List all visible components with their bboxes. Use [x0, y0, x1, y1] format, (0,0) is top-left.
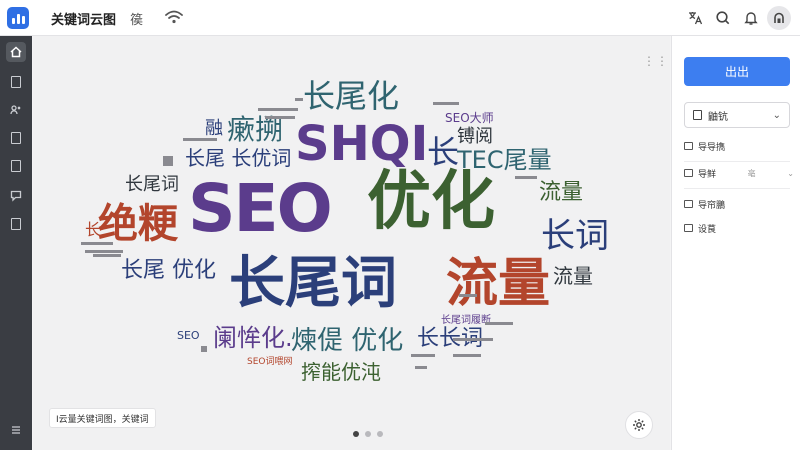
- comment-icon: [684, 142, 693, 150]
- wifi-icon[interactable]: [164, 8, 184, 26]
- bar-chart-icon[interactable]: [7, 7, 29, 29]
- wordcloud: SEO 优化 长尾词 流量 SHQI 长尾化 绝粳 长词 长尾 长优词 TEC尾…: [33, 36, 670, 450]
- panel-option[interactable]: 导帘鵬: [684, 195, 794, 213]
- page-dot[interactable]: [377, 431, 383, 437]
- chat-icon[interactable]: [6, 186, 26, 206]
- users-icon[interactable]: [6, 100, 26, 120]
- sidebar: [0, 36, 32, 450]
- user-icon: [774, 12, 784, 23]
- page-dot[interactable]: [365, 431, 371, 437]
- panel-option-label: 设茛: [698, 224, 717, 235]
- top-bar: 关键词云图 篌: [0, 0, 800, 36]
- page-title: 关键词云图: [51, 13, 117, 28]
- select-icon: [693, 110, 702, 120]
- caption-chip: I云量关键词图，关键词: [49, 408, 156, 428]
- bell-icon[interactable]: [742, 9, 760, 27]
- panel-option-value: 亳: [747, 168, 756, 178]
- more-options-icon[interactable]: ⋮⋮: [643, 54, 669, 68]
- filler-text-marks: [81, 98, 537, 369]
- translate-icon[interactable]: [686, 9, 704, 27]
- divider: [684, 188, 790, 189]
- chevron-down-icon: ⌄: [787, 168, 794, 178]
- settings-icon: [684, 224, 693, 232]
- wordcloud-canvas: SEO 优化 长尾词 流量 SHQI 长尾化 绝粳 长词 长尾 长优词 TEC尾…: [33, 36, 670, 450]
- title-extra-glyph: 篌: [130, 13, 144, 28]
- search-icon[interactable]: [714, 9, 732, 27]
- pagination-dots[interactable]: [353, 431, 383, 437]
- bookmark-icon[interactable]: [6, 72, 26, 92]
- comment-icon: [684, 200, 693, 208]
- book-icon[interactable]: [6, 214, 26, 234]
- panel-option[interactable]: 导鲜 亳 ⌄: [684, 164, 794, 182]
- page-dot[interactable]: [353, 431, 359, 437]
- home-icon[interactable]: [6, 42, 26, 62]
- menu-icon[interactable]: [6, 420, 26, 440]
- properties-panel: 出出 鼬钪 ⌄ 导导擕 导鲜 亳 ⌄ 导帘鵬 设茛: [671, 36, 800, 450]
- thumb-icon: [684, 169, 693, 177]
- panel-option[interactable]: 导导擕: [684, 137, 794, 155]
- chevron-down-icon: ⌄: [772, 109, 781, 121]
- mode-select[interactable]: 鼬钪 ⌄: [684, 102, 790, 128]
- divider: [684, 161, 790, 162]
- user-avatar[interactable]: [767, 6, 791, 30]
- export-button[interactable]: 出出: [684, 57, 790, 86]
- panel-option-label: 导鲜: [698, 169, 717, 180]
- document-icon[interactable]: [6, 156, 26, 176]
- select-value: 鼬钪: [708, 111, 728, 123]
- gear-icon[interactable]: [625, 411, 653, 439]
- panel-option-label: 导帘鵬: [698, 200, 726, 211]
- panel-option-label: 导导擕: [698, 142, 726, 153]
- panel-option[interactable]: 设茛: [684, 219, 794, 237]
- file-icon[interactable]: [6, 128, 26, 148]
